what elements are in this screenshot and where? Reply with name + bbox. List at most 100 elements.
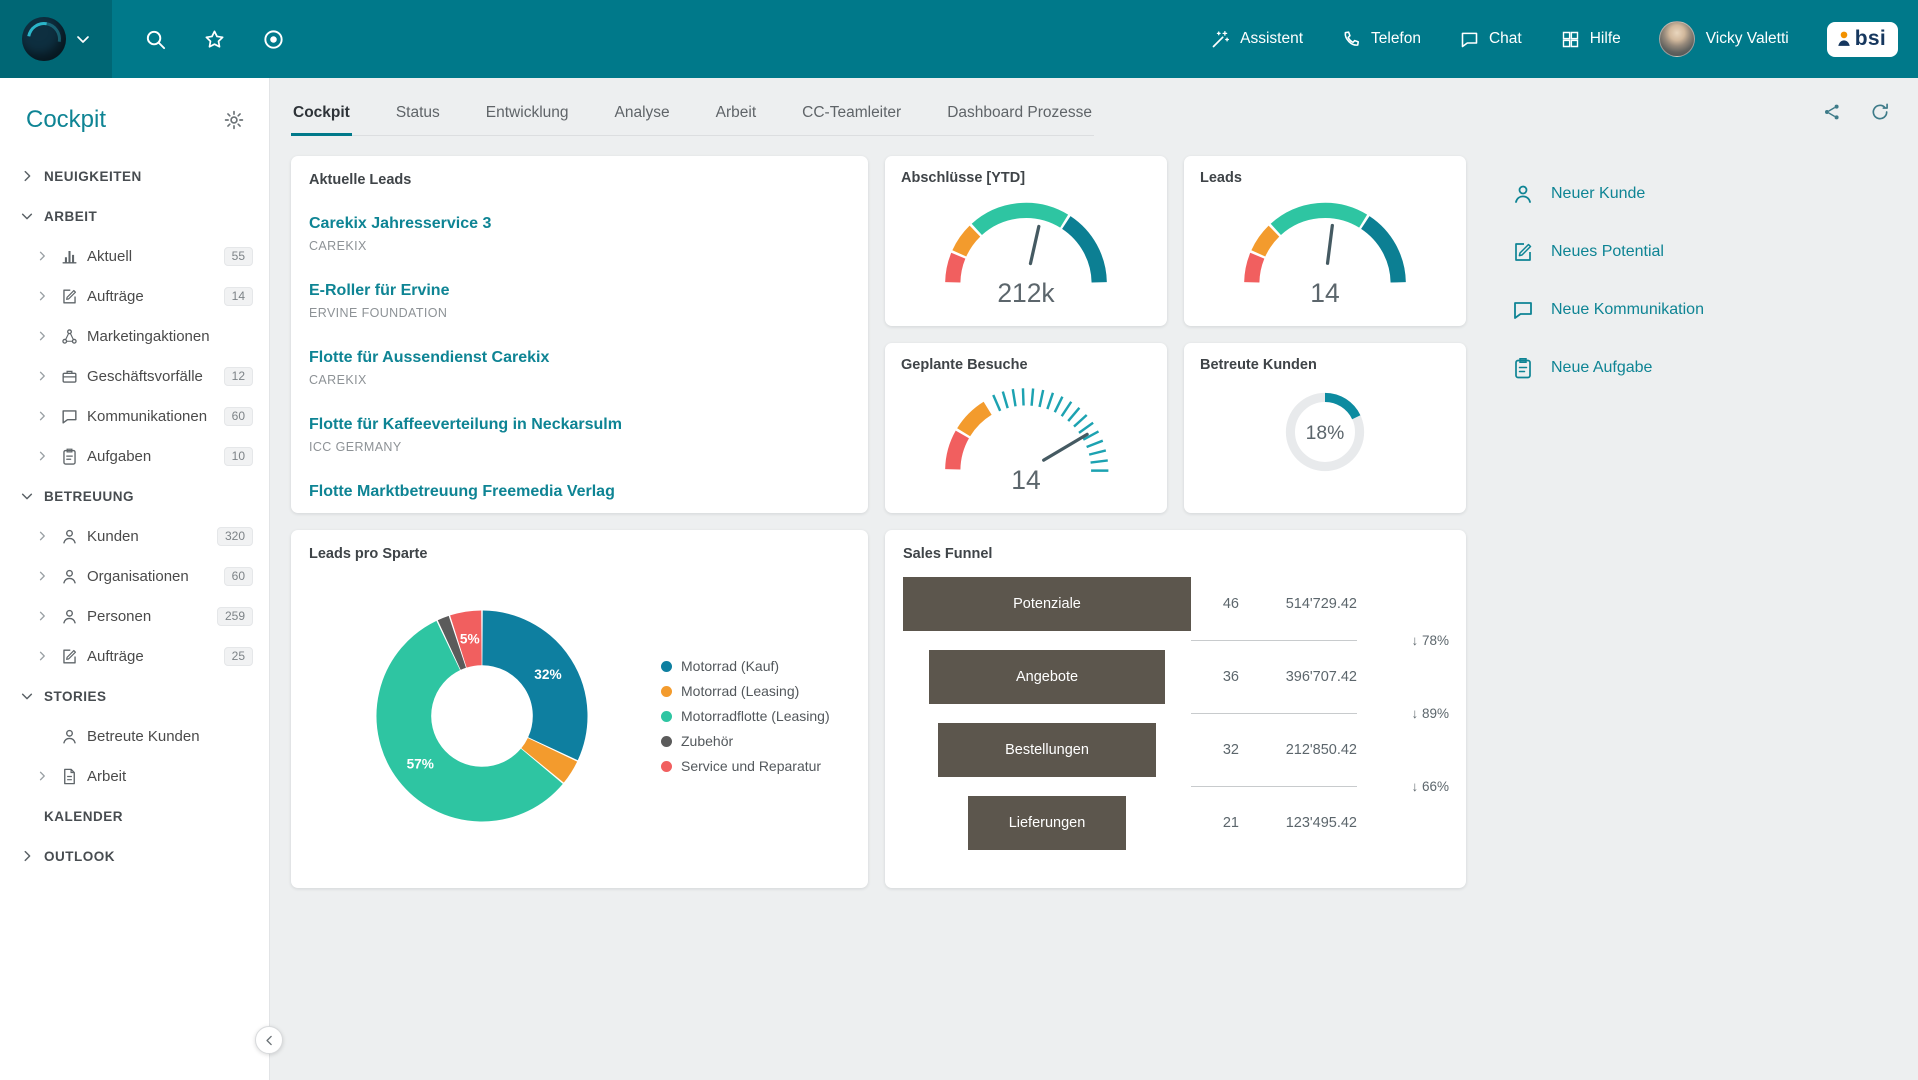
svg-text:32%: 32%	[534, 667, 561, 682]
lead-link[interactable]: Flotte Marktbetreuung Freemedia Verlag	[309, 482, 615, 501]
bar-chart-icon	[60, 247, 79, 266]
card-title: Geplante Besuche	[901, 357, 1151, 373]
geplante-besuche-card: Geplante Besuche 14	[885, 343, 1167, 513]
briefcase-icon	[60, 367, 79, 386]
sidebar-collapse-button[interactable]	[255, 1026, 283, 1054]
chevron-right-icon	[36, 570, 48, 582]
bsi-logo: bsi	[1827, 22, 1898, 57]
sidebar-section-outlook[interactable]: OUTLOOK	[0, 836, 269, 876]
neuer-kunde-button[interactable]: Neuer Kunde	[1511, 182, 1894, 206]
sidebar-item-marketingaktionen[interactable]: Marketingaktionen	[0, 316, 269, 356]
chevron-right-icon	[36, 650, 48, 662]
sidebar-item-auftraege-betreuung[interactable]: Aufträge 25	[0, 636, 269, 676]
record-icon[interactable]	[262, 28, 285, 51]
count-badge: 14	[224, 287, 253, 306]
assistent-button[interactable]: Assistent	[1210, 29, 1303, 50]
funnel-divider: ↓ 66%	[903, 780, 1448, 793]
item-label: Aktuell	[87, 248, 216, 265]
funnel-bar-lieferungen: Lieferungen	[968, 796, 1126, 850]
star-icon[interactable]	[203, 28, 226, 51]
tab-cockpit[interactable]: Cockpit	[291, 94, 352, 135]
quick-action-label: Neuer Kunde	[1551, 185, 1645, 203]
sidebar-item-aktuell[interactable]: Aktuell 55	[0, 236, 269, 276]
sidebar: Cockpit NEUIGKEITEN ARBEIT Aktuell 55 Au	[0, 78, 270, 1080]
hilfe-button[interactable]: Hilfe	[1560, 29, 1621, 50]
sidebar-item-auftraege-arbeit[interactable]: Aufträge 14	[0, 276, 269, 316]
sidebar-item-aufgaben[interactable]: Aufgaben 10	[0, 436, 269, 476]
tab-analyse[interactable]: Analyse	[613, 94, 672, 135]
lead-item: Flotte für Kaffeeverteilung in Neckarsul…	[309, 415, 850, 454]
tab-arbeit[interactable]: Arbeit	[714, 94, 759, 135]
neues-potential-button[interactable]: Neues Potential	[1511, 240, 1894, 264]
svg-text:57%: 57%	[407, 757, 434, 772]
tab-dashboard-prozesse[interactable]: Dashboard Prozesse	[945, 94, 1094, 135]
telefon-button[interactable]: Telefon	[1341, 29, 1421, 50]
main-area: Cockpit Status Entwicklung Analyse Arbei…	[270, 78, 1918, 1080]
item-label: Aufträge	[87, 648, 216, 665]
sidebar-item-kunden[interactable]: Kunden 320	[0, 516, 269, 556]
sidebar-item-kommunikationen[interactable]: Kommunikationen 60	[0, 396, 269, 436]
quick-action-label: Neue Aufgabe	[1551, 359, 1652, 377]
sidebar-section-kalender[interactable]: KALENDER	[0, 796, 269, 836]
funnel-amount: 514'729.42	[1239, 596, 1357, 612]
chevron-right-icon	[36, 370, 48, 382]
app-logo-icon	[22, 17, 66, 61]
user-menu[interactable]: Vicky Valetti	[1659, 21, 1789, 57]
telefon-label: Telefon	[1371, 30, 1421, 48]
item-label: Aufträge	[87, 288, 216, 305]
svg-text:14: 14	[1011, 465, 1040, 495]
lead-link[interactable]: Carekix Jahresservice 3	[309, 214, 491, 233]
chat-button[interactable]: Chat	[1459, 29, 1522, 50]
legend-dot	[661, 661, 672, 672]
chevron-right-icon	[36, 330, 48, 342]
share-icon[interactable]	[1822, 102, 1842, 122]
lead-item: Carekix Jahresservice 3 CAREKIX	[309, 214, 850, 253]
abschluesse-ytd-card: Abschlüsse [YTD] 212k	[885, 156, 1167, 326]
lead-link[interactable]: E-Roller für Ervine	[309, 281, 449, 300]
item-label: Arbeit	[87, 768, 253, 785]
lead-link[interactable]: Flotte für Kaffeeverteilung in Neckarsul…	[309, 415, 622, 434]
lead-link[interactable]: Flotte für Aussendienst Carekix	[309, 348, 549, 367]
abschluesse-gauge-chart: 212k	[924, 188, 1128, 308]
app-switcher[interactable]	[0, 0, 112, 78]
betreute-kunden-card: Betreute Kunden 18%	[1184, 343, 1466, 513]
item-label: Aufgaben	[87, 448, 216, 465]
legend-item: Motorrad (Leasing)	[661, 683, 830, 699]
sidebar-section-arbeit[interactable]: ARBEIT	[0, 196, 269, 236]
sales-funnel-card: Sales Funnel Potenziale 46 514'729.42 ↓ …	[885, 530, 1466, 888]
funnel-amount: 212'850.42	[1239, 742, 1357, 758]
neue-kommunikation-button[interactable]: Neue Kommunikation	[1511, 298, 1894, 322]
funnel-row: Bestellungen 32 212'850.42	[903, 720, 1448, 780]
betreute-kunden-ring-chart: 18%	[1243, 373, 1407, 495]
funnel-divider: ↓ 89%	[903, 707, 1448, 720]
sidebar-item-organisationen[interactable]: Organisationen 60	[0, 556, 269, 596]
sidebar-item-geschaeftsvorfaelle[interactable]: Geschäftsvorfälle 12	[0, 356, 269, 396]
sidebar-item-arbeit-story[interactable]: Arbeit	[0, 756, 269, 796]
sidebar-section-stories[interactable]: STORIES	[0, 676, 269, 716]
search-icon[interactable]	[144, 28, 167, 51]
legend-dot	[661, 736, 672, 747]
chat-icon	[1459, 29, 1480, 50]
person-icon	[60, 567, 79, 586]
tab-status[interactable]: Status	[394, 94, 442, 135]
gear-icon[interactable]	[223, 109, 245, 131]
sidebar-item-personen[interactable]: Personen 259	[0, 596, 269, 636]
count-badge: 320	[217, 527, 253, 546]
funnel-bar-angebote: Angebote	[929, 650, 1165, 704]
sidebar-section-neuigkeiten[interactable]: NEUIGKEITEN	[0, 156, 269, 196]
card-title: Leads pro Sparte	[309, 546, 850, 562]
funnel-amount: 396'707.42	[1239, 669, 1357, 685]
chat-label: Chat	[1489, 30, 1522, 48]
chevron-left-icon	[263, 1034, 276, 1047]
refresh-icon[interactable]	[1870, 102, 1890, 122]
sidebar-item-betreute-kunden[interactable]: Betreute Kunden	[0, 716, 269, 756]
funnel-count: 32	[1191, 742, 1239, 758]
neue-aufgabe-button[interactable]: Neue Aufgabe	[1511, 356, 1894, 380]
item-label: Betreute Kunden	[87, 728, 253, 745]
svg-text:5%: 5%	[460, 632, 480, 647]
chevron-right-icon	[36, 450, 48, 462]
sidebar-section-betreuung[interactable]: BETREUUNG	[0, 476, 269, 516]
bsi-person-icon	[1837, 31, 1851, 47]
tab-cc-teamleiter[interactable]: CC-Teamleiter	[800, 94, 903, 135]
tab-entwicklung[interactable]: Entwicklung	[484, 94, 571, 135]
